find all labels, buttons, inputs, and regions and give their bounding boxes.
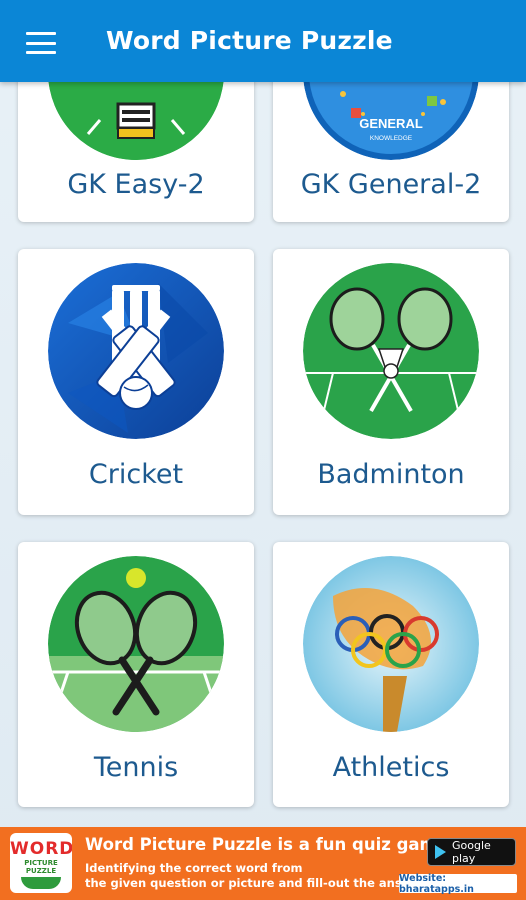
lightbulb-icon [48, 82, 224, 160]
badge-subtext: KNOWLEDGE [370, 135, 413, 142]
badge-text: GENERAL [359, 116, 423, 131]
category-label: Badminton [317, 459, 465, 490]
tennis-rackets-icon [48, 556, 224, 732]
badminton-rackets-icon [303, 263, 479, 439]
category-card-tennis[interactable]: Tennis [18, 542, 254, 807]
logo-sub: PICTURE PUZZLE [24, 859, 58, 875]
google-play-label: Google play [452, 839, 491, 865]
category-label: GK Easy-2 [67, 169, 205, 200]
olympic-torch-icon [303, 556, 479, 732]
category-label: Cricket [88, 459, 184, 490]
app-bar: Word Picture Puzzle [0, 0, 526, 82]
website-link[interactable]: Website: bharatapps.in [399, 873, 517, 895]
general-knowledge-icon: GENERAL KNOWLEDGE [303, 82, 479, 160]
category-grid[interactable]: GK Easy-2 GENERAL KNOWLEDGE GK General-2 [0, 82, 526, 827]
category-card-athletics[interactable]: Athletics [273, 542, 509, 807]
category-card-cricket[interactable]: Cricket [18, 249, 254, 515]
category-card-badminton[interactable]: Badminton [273, 249, 509, 515]
category-card-gk-general-2[interactable]: GENERAL KNOWLEDGE GK General-2 [273, 82, 509, 222]
category-label: Tennis [93, 752, 179, 783]
app-title: Word Picture Puzzle [106, 26, 393, 55]
play-store-icon [435, 845, 446, 859]
hamburger-menu-icon[interactable] [26, 32, 56, 54]
google-play-button[interactable]: Google play [427, 838, 516, 866]
ad-description: Identifying the correct word from the gi… [85, 861, 429, 891]
cricket-bats-wickets-icon [48, 263, 224, 439]
category-card-gk-easy-2[interactable]: GK Easy-2 [18, 82, 254, 222]
ad-title: Word Picture Puzzle is a fun quiz game. [85, 835, 455, 854]
bottom-ad-banner[interactable]: WORD PICTURE PUZZLE Word Picture Puzzle … [0, 827, 526, 900]
category-label: GK General-2 [300, 169, 482, 200]
app-logo: WORD PICTURE PUZZLE [10, 833, 72, 893]
ad-line-1: Identifying the correct word from [85, 861, 303, 875]
logo-word: WORD [10, 839, 72, 859]
ad-line-2: the given question or picture and fill-o… [85, 876, 429, 890]
category-label: Athletics [332, 752, 450, 783]
